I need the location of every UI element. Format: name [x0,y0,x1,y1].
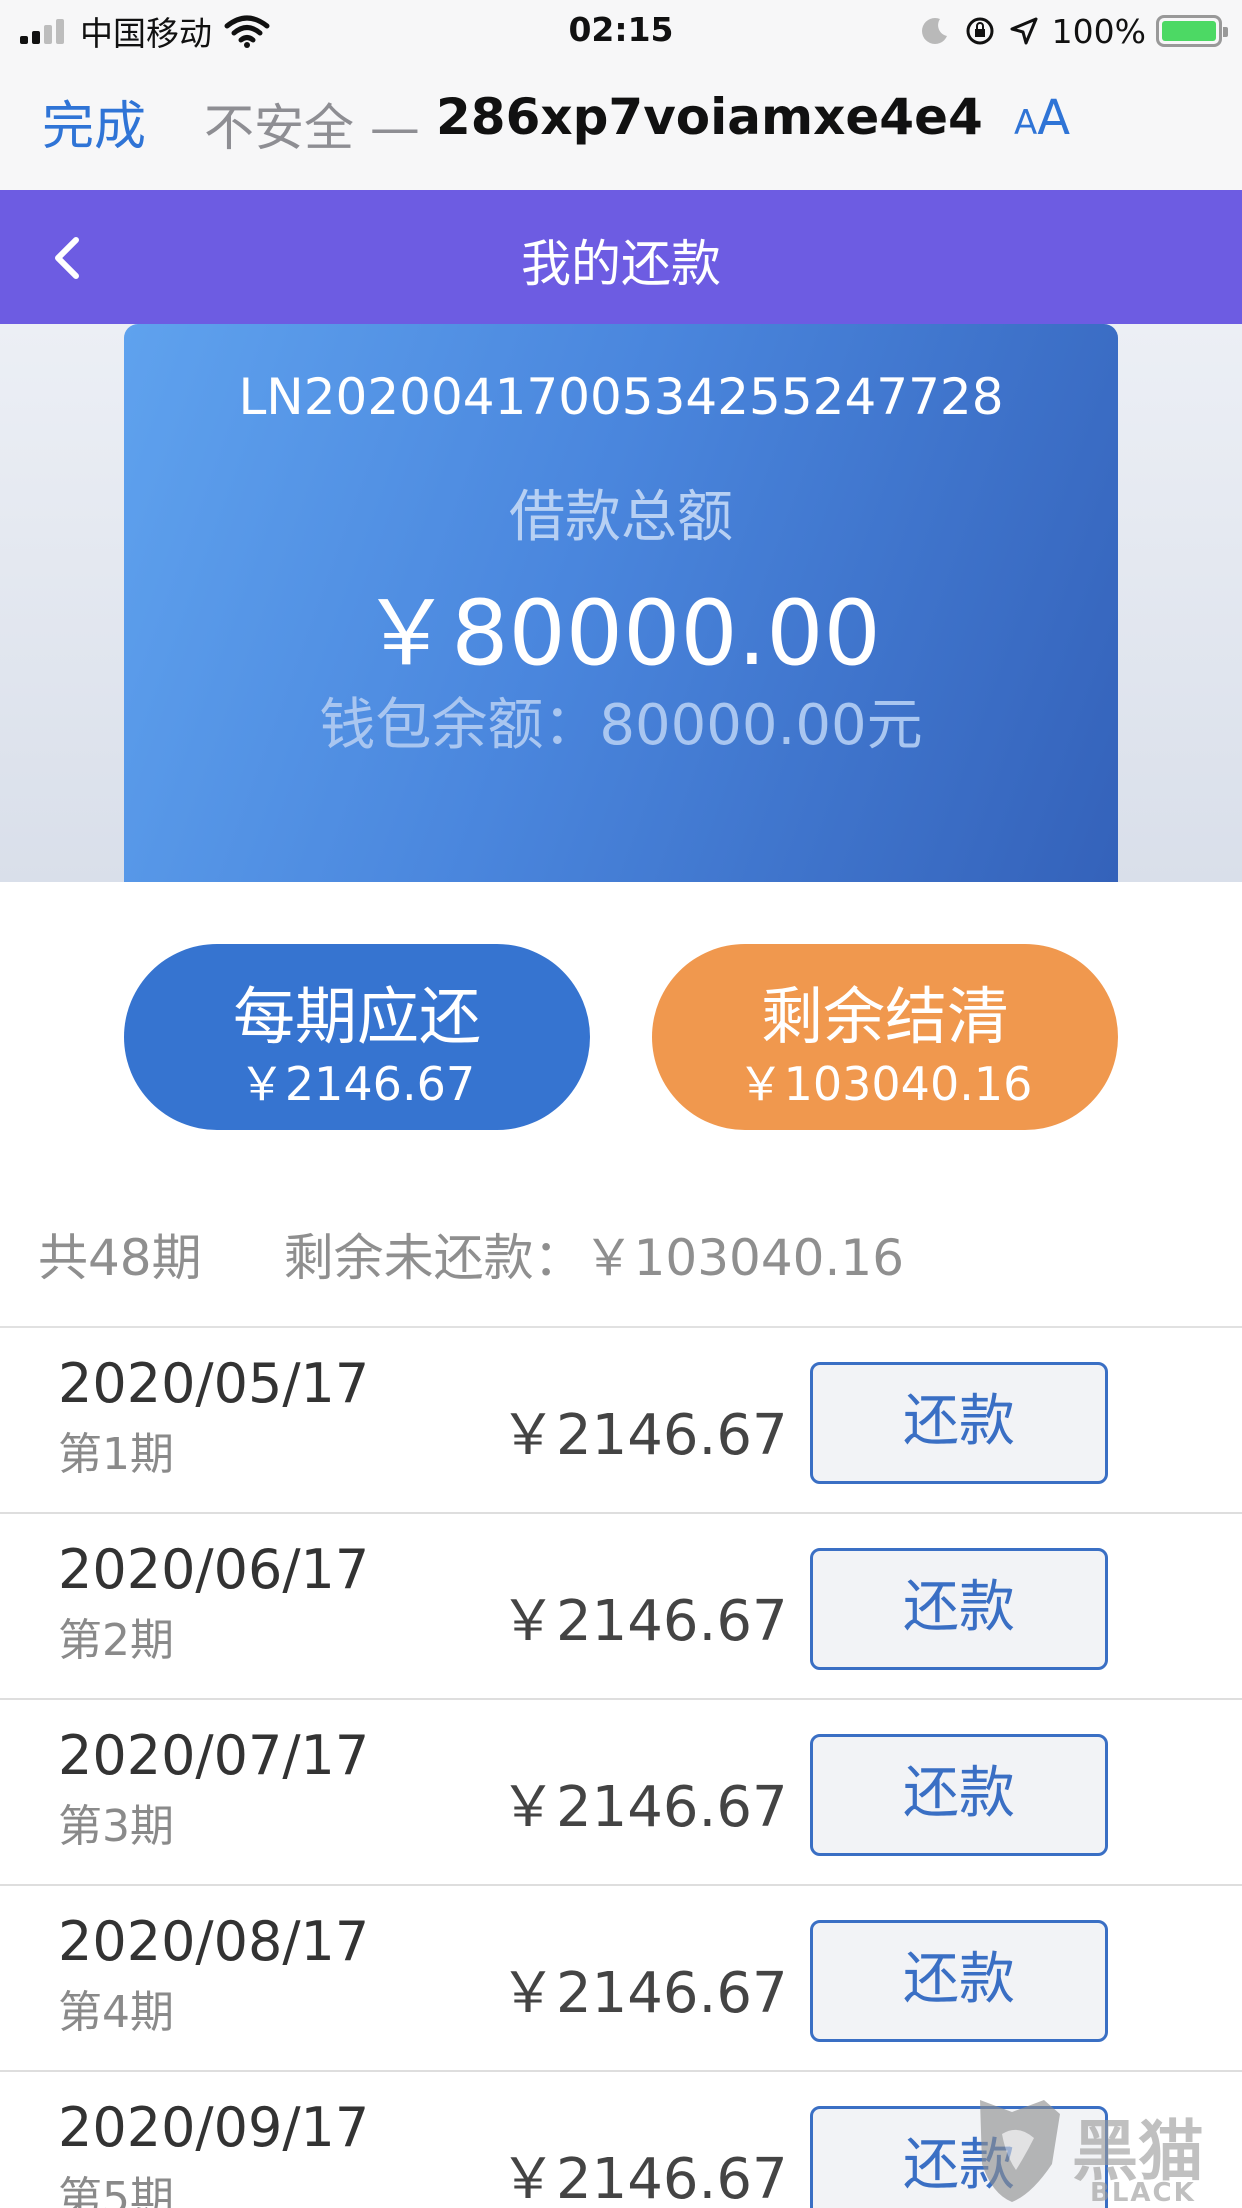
installment-due-button[interactable]: 每期应还 ￥2146.67 [124,944,590,1130]
schedule-row: 2020/07/17 第3期 ￥2146.67 还款 [0,1700,1242,1886]
row-date: 2020/05/17 [58,1352,370,1415]
row-amount: ￥2146.67 [500,2147,788,2208]
row-amount: ￥2146.67 [500,1403,788,1468]
loan-total-amount: ￥80000.00 [361,581,881,686]
schedule-row: 2020/08/17 第4期 ￥2146.67 还款 [0,1886,1242,2072]
app-header: 我的还款 [0,190,1242,324]
row-period: 第3期 [58,1801,174,1852]
repay-button[interactable]: 还款 [810,1920,1108,2042]
moon-icon [921,18,947,44]
repay-button[interactable]: 还款 [810,1734,1108,1856]
location-arrow-icon [1010,17,1038,45]
repay-button[interactable]: 还款 [810,1362,1108,1484]
page-title: 我的还款 [521,235,721,293]
row-period: 第2期 [58,1615,174,1666]
battery-percent: 100% [1051,11,1146,51]
repay-button[interactable]: 还款 [810,1548,1108,1670]
row-amount: ￥2146.67 [500,1775,788,1840]
row-date: 2020/06/17 [58,1538,370,1601]
row-date: 2020/08/17 [58,1910,370,1973]
schedule-row: 2020/06/17 第2期 ￥2146.67 还款 [0,1514,1242,1700]
cat-shield-icon [980,2100,1060,2202]
loan-summary-card: LN20200417005342552​47728 借款总额 ￥80000.00… [124,324,1118,882]
total-periods: 共48期 [38,1229,202,1287]
loan-number: LN20200417005342552​47728 [238,368,1004,426]
row-period: 第1期 [58,1429,174,1480]
reader-settings-button[interactable]: AA [1014,90,1070,146]
pay-off-remaining-button[interactable]: 剩余结清 ￥103040.16 [652,944,1118,1130]
status-bar: 中国移动 02:15 100% [0,0,1242,62]
battery-icon [1156,15,1228,47]
loan-total-label: 借款总额 [509,485,733,550]
schedule-row: 2020/05/17 第1期 ￥2146.67 还款 [0,1328,1242,1514]
row-amount: ￥2146.67 [500,1961,788,2026]
row-amount: ￥2146.67 [500,1589,788,1654]
browser-url-bar: 完成 不安全 — 286xp7voiamxe4e4sak AA [0,62,1242,190]
repayment-summary: 共48期 剩余未还款：￥103040.16 [38,1218,904,1290]
row-period: 第4期 [58,1987,174,2038]
row-date: 2020/07/17 [58,1724,370,1787]
watermark-logo: 黑猫 BLACK CAT [972,2094,1242,2208]
wallet-balance: 钱包余额：80000.00元 [319,693,923,758]
remaining-amount: ￥103040.16 [583,1229,905,1287]
orientation-lock-icon [966,17,994,45]
insecure-label: 不安全 — [204,99,420,157]
url-host[interactable]: 286xp7voiamxe4e4sak [436,88,984,146]
done-button[interactable]: 完成 [42,84,146,159]
row-period: 第5期 [58,2173,174,2208]
remaining-label: 剩余未还款： [283,1229,584,1287]
row-date: 2020/09/17 [58,2096,370,2159]
